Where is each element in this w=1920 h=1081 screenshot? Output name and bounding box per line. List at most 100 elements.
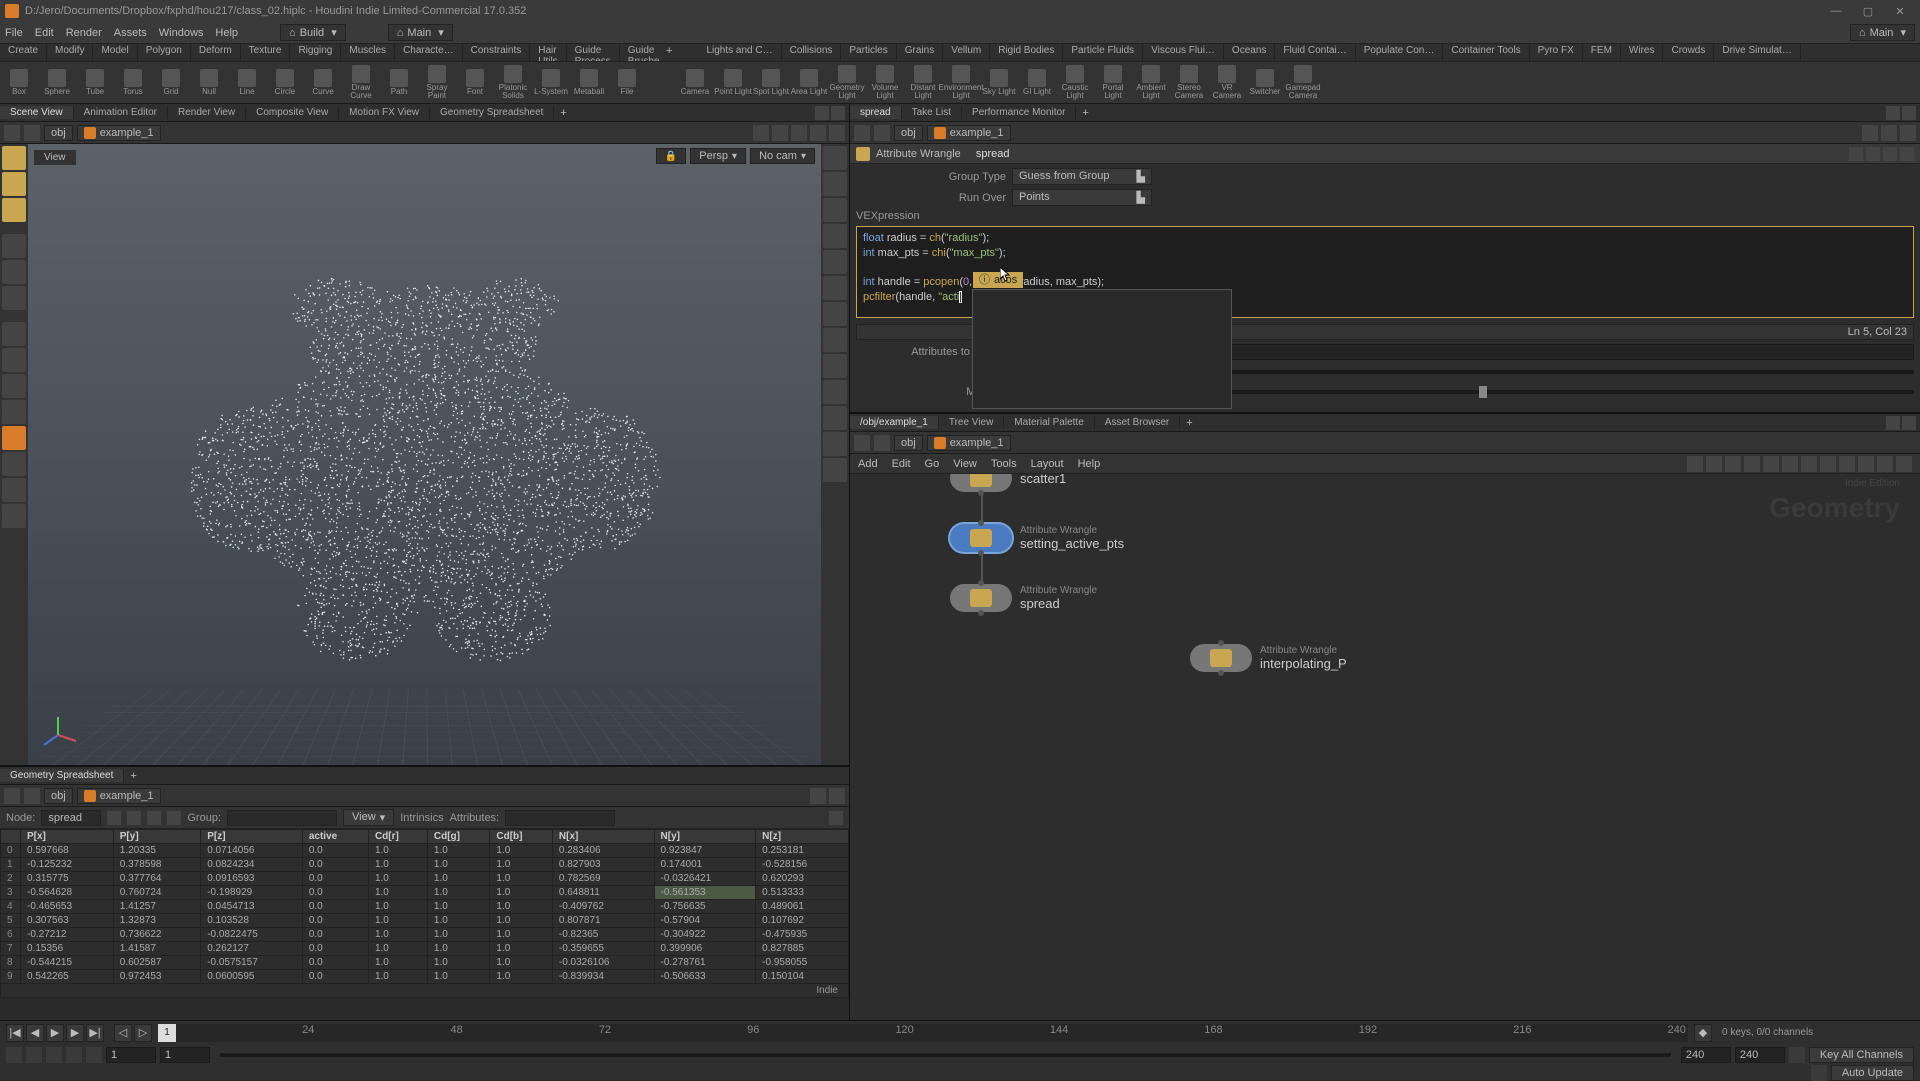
snap-curve-icon[interactable] [2, 374, 26, 398]
net-tool-4-icon[interactable] [1744, 456, 1760, 472]
flipbook-icon[interactable] [2, 504, 26, 528]
shelf-tool[interactable]: Geometry Light [828, 62, 866, 103]
net-tool-2-icon[interactable] [1706, 456, 1722, 472]
shelf-tool[interactable]: Circle [266, 62, 304, 103]
shelf-tool[interactable]: Platonic Solids [494, 62, 532, 103]
pane-tab[interactable]: Motion FX View [339, 106, 430, 119]
end2-frame-field[interactable]: 240 [1735, 1047, 1785, 1063]
view-tool-icon[interactable] [2, 426, 26, 450]
pane-tab[interactable]: Tree View [939, 416, 1004, 429]
pane-opt-icon[interactable] [815, 106, 829, 120]
inspect-icon[interactable] [2, 478, 26, 502]
sp-group-field[interactable] [227, 810, 337, 826]
net-menu-tools[interactable]: Tools [991, 458, 1017, 470]
parm-path-obj[interactable]: obj [894, 125, 923, 141]
shelf-tab[interactable]: Particle Fluids [1063, 44, 1143, 61]
parm-link-icon[interactable] [1881, 125, 1897, 141]
net-back-icon[interactable] [854, 435, 870, 451]
shelf-tool[interactable]: Ambient Light [1132, 62, 1170, 103]
net-menu-add[interactable]: Add [858, 458, 878, 470]
shelf-tab[interactable]: Vellum [943, 44, 990, 61]
net-tool-5-icon[interactable] [1763, 456, 1779, 472]
shelf-tool[interactable]: Grid [152, 62, 190, 103]
sp-class-prims-icon[interactable] [147, 811, 161, 825]
shade-icon[interactable] [823, 172, 847, 196]
shelf-tool[interactable]: Torus [114, 62, 152, 103]
parm-info-icon[interactable] [1883, 147, 1897, 161]
disp-b-icon[interactable] [823, 432, 847, 456]
menu-windows[interactable]: Windows [159, 27, 204, 39]
shelf-tool[interactable]: Sky Light [980, 62, 1018, 103]
path-obj[interactable]: obj [44, 125, 73, 141]
axis-gizmo-icon[interactable] [38, 715, 78, 755]
maximize-button[interactable]: ▢ [1853, 2, 1883, 20]
sp-class-points-icon[interactable] [107, 811, 121, 825]
parm-pane-max-icon[interactable] [1902, 106, 1916, 120]
shelf-tool[interactable]: Sphere [38, 62, 76, 103]
sp-view-drop[interactable]: View▾ [343, 809, 394, 826]
end-frame-field[interactable]: 240 [1681, 1047, 1731, 1063]
run-over-dropdown[interactable]: Points▙ [1012, 189, 1152, 206]
snap-point-icon[interactable] [2, 348, 26, 372]
net-fwd-icon[interactable] [874, 435, 890, 451]
move-tool-icon[interactable] [2, 234, 26, 258]
menu-assets[interactable]: Assets [114, 27, 147, 39]
shelf-tool[interactable]: Switcher [1246, 62, 1284, 103]
node-spread[interactable]: Attribute Wranglespread [950, 584, 1097, 612]
cur-frame-field[interactable]: 1 [106, 1047, 156, 1063]
net-menu-help[interactable]: Help [1078, 458, 1101, 470]
shelf-tool[interactable]: Portal Light [1094, 62, 1132, 103]
pane-max-icon[interactable] [831, 106, 845, 120]
add-tab-left[interactable]: + [554, 107, 572, 119]
shelf-tab[interactable]: Deform [191, 44, 241, 61]
shelf-tool[interactable]: Area Light [790, 62, 828, 103]
shelf-tab[interactable]: Pyro FX [1530, 44, 1583, 61]
minimize-button[interactable]: — [1821, 2, 1851, 20]
points-icon[interactable] [823, 250, 847, 274]
net-tool-3-icon[interactable] [1725, 456, 1741, 472]
autocomplete-popup[interactable]: ⓘacos [972, 289, 1232, 409]
playhead[interactable]: 1 [158, 1024, 176, 1042]
start-frame-field[interactable]: 1 [160, 1047, 210, 1063]
prev-frame-button[interactable]: ◀ [26, 1024, 44, 1042]
bg-icon[interactable] [823, 354, 847, 378]
snap-tool-icon[interactable] [2, 286, 26, 310]
shelf-tab[interactable]: Fluid Contai… [1275, 44, 1355, 61]
shelf-tab[interactable]: Populate Con… [1356, 44, 1444, 61]
range-slider[interactable] [220, 1053, 1671, 1057]
shelf-tab[interactable]: Grains [897, 44, 943, 61]
back-icon[interactable] [4, 125, 20, 141]
net-path-obj[interactable]: obj [894, 435, 923, 451]
menu-help[interactable]: Help [215, 27, 238, 39]
shelf-tab[interactable]: Muscles [341, 44, 395, 61]
parm-back-icon[interactable] [854, 125, 870, 141]
shelf-tab[interactable]: Wires [1621, 44, 1664, 61]
net-add-tab[interactable]: + [1180, 417, 1198, 429]
net-menu-edit[interactable]: Edit [892, 458, 911, 470]
net-tool-6-icon[interactable] [1782, 456, 1798, 472]
key-channels-drop[interactable]: Key All Channels [1809, 1047, 1914, 1063]
gamma-icon[interactable] [823, 380, 847, 404]
parm-pane-opt-icon[interactable] [1886, 106, 1900, 120]
shelf-add-left[interactable]: + [660, 44, 678, 61]
shelf-tab[interactable]: FEM [1583, 44, 1621, 61]
select-dyn-icon[interactable] [2, 198, 26, 222]
network-view[interactable]: Indie Edition Geometry scatter1 Attribut… [850, 474, 1920, 1020]
shelf-tool[interactable]: Tube [76, 62, 114, 103]
cook-icon[interactable] [1811, 1065, 1827, 1081]
pane-tab[interactable]: Take List [902, 106, 962, 119]
parm-search-icon[interactable] [1866, 147, 1880, 161]
step-back-button[interactable]: ◁ [114, 1024, 132, 1042]
shelf-tool[interactable]: Path [380, 62, 418, 103]
shelf-tool[interactable]: Gamepad Camera [1284, 62, 1322, 103]
shelf-tool[interactable]: Point Light [714, 62, 752, 103]
menu-edit[interactable]: Edit [35, 27, 54, 39]
pane-tab[interactable]: Scene View [0, 106, 74, 119]
shelf-tool[interactable]: Font [456, 62, 494, 103]
camera-dropdown[interactable]: No cam▾ [750, 148, 815, 164]
desktop-main[interactable]: ⌂Main ▾ [388, 24, 453, 41]
vp-tool-5-icon[interactable] [829, 125, 845, 141]
net-pane-opt-icon[interactable] [1886, 416, 1900, 430]
pane-tab[interactable]: Geometry Spreadsheet [430, 106, 554, 119]
shelf-tab[interactable]: Polygon [138, 44, 191, 61]
